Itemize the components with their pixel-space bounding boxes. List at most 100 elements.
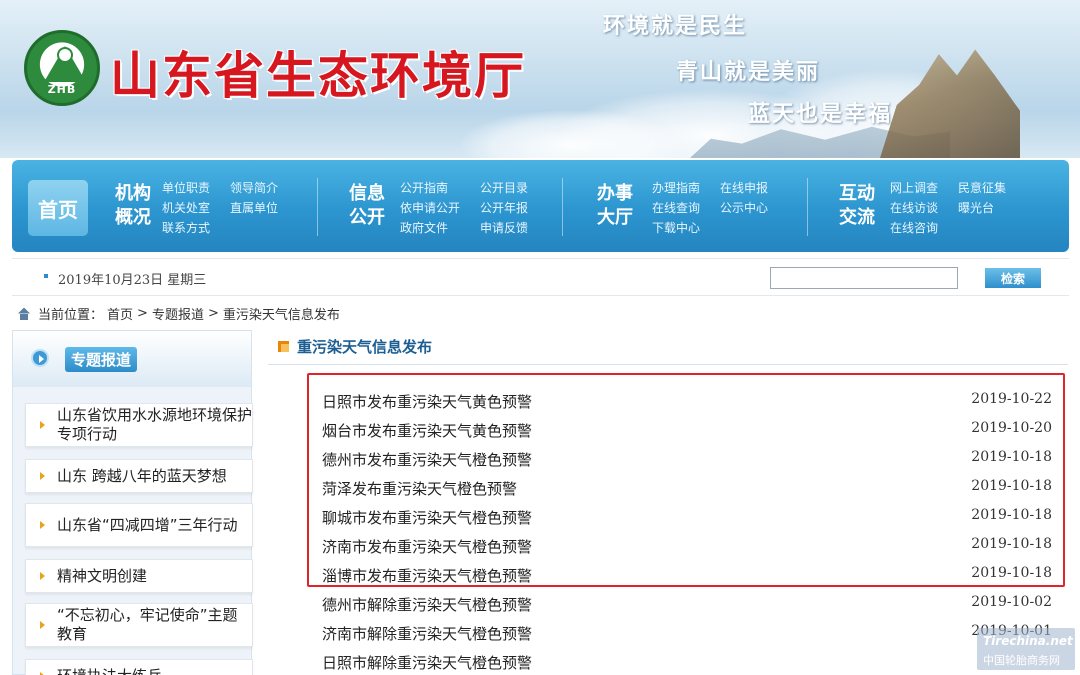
nav-link[interactable]: 公开年报 xyxy=(480,198,528,218)
sidebar-item[interactable]: 山东 跨越八年的蓝天梦想 xyxy=(25,459,253,493)
home-icon xyxy=(18,308,30,320)
section-heading: 重污染天气信息发布 xyxy=(278,336,432,357)
news-item[interactable]: 日照市解除重污染天气橙色预警 xyxy=(322,652,1052,674)
arrow-right-icon xyxy=(40,621,45,629)
nav-divider xyxy=(317,178,318,236)
main-nav: 首页 机构概况 单位职责 机关处室 联系方式 领导简介 直属单位 信息公开 公开… xyxy=(12,160,1069,252)
news-date: 2019-10-18 xyxy=(971,536,1052,552)
watermark-text: 中国轮胎商务网 xyxy=(983,654,1060,667)
news-title[interactable]: 聊城市发布重污染天气橙色预警 xyxy=(322,507,532,528)
slogan-1: 环境就是民生 xyxy=(603,13,748,39)
nav-group-info: 信息公开 公开指南 依申请公开 政府文件 公开目录 公开年报 申请反馈 xyxy=(344,160,564,252)
news-date: 2019-10-18 xyxy=(971,449,1052,465)
nav-group-title[interactable]: 办事大厅 xyxy=(592,182,638,230)
news-title[interactable]: 德州市发布重污染天气橙色预警 xyxy=(322,449,532,470)
logo-sun-shape xyxy=(57,47,73,63)
nav-divider xyxy=(807,178,808,236)
breadcrumb-prefix: 当前位置： xyxy=(38,308,104,323)
nav-link[interactable]: 机关处室 xyxy=(162,198,210,218)
breadcrumb: 当前位置： 首页 > 专题报道 > 重污染天气信息发布 xyxy=(18,304,340,323)
nav-link[interactable]: 在线访谈 xyxy=(890,198,938,218)
arrow-right-icon xyxy=(40,572,45,580)
nav-link[interactable]: 办理指南 xyxy=(652,178,700,198)
nav-link[interactable]: 民意征集 xyxy=(958,178,1006,198)
news-title[interactable]: 菏泽发布重污染天气橙色预警 xyxy=(322,478,517,499)
search-button[interactable]: 检索 xyxy=(985,268,1041,288)
sidebar-item-label: 精神文明创建 xyxy=(57,566,148,585)
sidebar-header: 专题报道 xyxy=(13,331,251,387)
nav-group-org: 机构概况 单位职责 机关处室 联系方式 领导简介 直属单位 xyxy=(110,160,320,252)
nav-link[interactable]: 曝光台 xyxy=(958,198,1006,218)
breadcrumb-link-topic[interactable]: 专题报道 xyxy=(152,304,204,323)
nav-group-title[interactable]: 机构概况 xyxy=(110,182,156,230)
breadcrumb-separator: > xyxy=(137,306,148,321)
nav-link[interactable]: 公开指南 xyxy=(400,178,460,198)
slogan-3: 蓝天也是幸福 xyxy=(748,101,893,127)
news-title[interactable]: 德州市解除重污染天气橙色预警 xyxy=(322,594,532,615)
logo-text: ZHB xyxy=(47,83,77,96)
nav-link[interactable]: 公示中心 xyxy=(720,198,768,218)
watermark: Tirechina.net 中国轮胎商务网 xyxy=(977,628,1075,670)
news-item[interactable]: 淄博市发布重污染天气橙色预警 2019-10-18 xyxy=(322,565,1052,587)
news-item[interactable]: 菏泽发布重污染天气橙色预警 2019-10-18 xyxy=(322,478,1052,500)
sidebar-item[interactable]: 山东省“四减四增”三年行动 xyxy=(25,503,253,547)
nav-link[interactable]: 领导简介 xyxy=(230,178,278,198)
news-item[interactable]: 德州市解除重污染天气橙色预警 2019-10-02 xyxy=(322,594,1052,616)
section-flag-icon xyxy=(278,341,289,352)
nav-link[interactable]: 单位职责 xyxy=(162,178,210,198)
sidebar-item-label: 环境执法大练兵 xyxy=(57,667,162,675)
nav-link[interactable]: 申请反馈 xyxy=(480,218,528,238)
nav-link[interactable]: 在线咨询 xyxy=(890,218,938,238)
breadcrumb-link-current[interactable]: 重污染天气信息发布 xyxy=(223,304,340,323)
news-title[interactable]: 济南市发布重污染天气橙色预警 xyxy=(322,536,532,557)
nav-link[interactable]: 网上调查 xyxy=(890,178,938,198)
arrow-right-icon xyxy=(40,421,45,429)
breadcrumb-link-home[interactable]: 首页 xyxy=(107,304,133,323)
news-date: 2019-10-22 xyxy=(971,391,1052,407)
arrow-right-icon xyxy=(40,521,45,529)
section-title: 重污染天气信息发布 xyxy=(297,338,433,356)
nav-link[interactable]: 依申请公开 xyxy=(400,198,460,218)
sidebar-item-label: “不忘初心，牢记使命”主题教育 xyxy=(57,606,238,643)
news-item[interactable]: 济南市发布重污染天气橙色预警 2019-10-18 xyxy=(322,536,1052,558)
news-title[interactable]: 日照市解除重污染天气橙色预警 xyxy=(322,652,532,673)
bullet-icon xyxy=(44,274,48,278)
nav-link[interactable]: 下载中心 xyxy=(652,218,700,238)
sidebar-item[interactable]: 精神文明创建 xyxy=(25,559,253,593)
nav-group-title[interactable]: 互动交流 xyxy=(834,182,880,230)
sidebar: 专题报道 山东省饮用水水源地环境保护专项行动 山东 跨越八年的蓝天梦想 山东省“… xyxy=(12,330,253,675)
news-title[interactable]: 烟台市发布重污染天气黄色预警 xyxy=(322,420,532,441)
news-item[interactable]: 烟台市发布重污染天气黄色预警 2019-10-20 xyxy=(322,420,1052,442)
news-title[interactable]: 淄博市发布重污染天气橙色预警 xyxy=(322,565,532,586)
news-item[interactable]: 聊城市发布重污染天气橙色预警 2019-10-18 xyxy=(322,507,1052,529)
news-date: 2019-10-20 xyxy=(971,420,1052,436)
news-title[interactable]: 日照市发布重污染天气黄色预警 xyxy=(322,391,532,412)
date-search-bar: 2019年10月23日 星期三 检索 xyxy=(12,258,1069,296)
nav-link[interactable]: 在线查询 xyxy=(652,198,700,218)
news-date: 2019-10-18 xyxy=(971,507,1052,523)
nav-home-button[interactable]: 首页 xyxy=(28,180,88,236)
nav-link[interactable]: 直属单位 xyxy=(230,198,278,218)
sidebar-item[interactable]: 环境执法大练兵 xyxy=(25,659,253,675)
nav-link[interactable]: 联系方式 xyxy=(162,218,210,238)
nav-group-service: 办事大厅 办理指南 在线查询 下载中心 在线申报 公示中心 xyxy=(592,160,802,252)
news-item[interactable]: 济南市解除重污染天气橙色预警 2019-10-01 xyxy=(322,623,1052,645)
site-logo[interactable]: ZHB xyxy=(24,30,100,106)
news-item[interactable]: 德州市发布重污染天气橙色预警 2019-10-18 xyxy=(322,449,1052,471)
nav-link[interactable]: 政府文件 xyxy=(400,218,460,238)
search-input[interactable] xyxy=(770,267,958,289)
sidebar-item[interactable]: 山东省饮用水水源地环境保护专项行动 xyxy=(25,403,253,447)
header-banner: ZHB 山东省生态环境厅 环境就是民生 青山就是美丽 蓝天也是幸福 xyxy=(0,0,1080,158)
sidebar-item[interactable]: “不忘初心，牢记使命”主题教育 xyxy=(25,603,253,647)
nav-divider xyxy=(562,178,563,236)
news-date: 2019-10-02 xyxy=(971,594,1052,610)
nav-link[interactable]: 公开目录 xyxy=(480,178,528,198)
news-item[interactable]: 日照市发布重污染天气黄色预警 2019-10-22 xyxy=(322,391,1052,413)
site-title[interactable]: 山东省生态环境厅 xyxy=(110,36,526,108)
nav-group-title[interactable]: 信息公开 xyxy=(344,182,390,230)
nav-link[interactable]: 在线申报 xyxy=(720,178,768,198)
news-title[interactable]: 济南市解除重污染天气橙色预警 xyxy=(322,623,532,644)
sidebar-item-label: 山东省饮用水水源地环境保护专项行动 xyxy=(57,406,253,443)
news-date: 2019-10-18 xyxy=(971,565,1052,581)
slogan-2: 青山就是美丽 xyxy=(676,59,821,85)
